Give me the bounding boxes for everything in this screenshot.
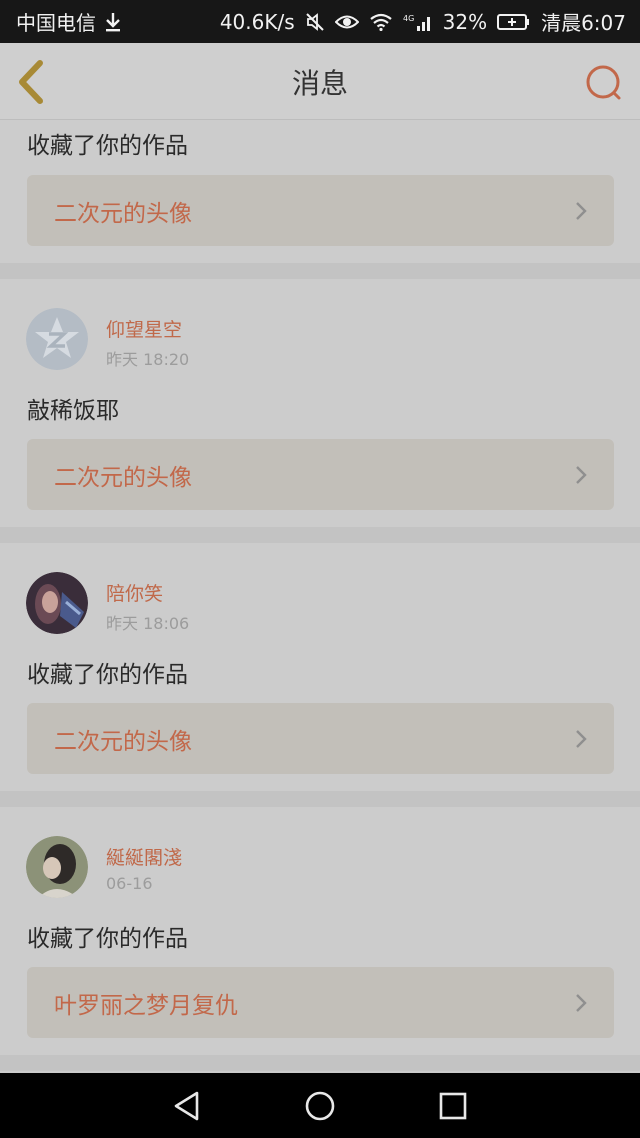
status-right: 40.6K/s 4G 32% 清晨6:07 — [220, 7, 626, 36]
network-speed: 40.6K/s — [219, 9, 295, 34]
nav-recents-button[interactable] — [433, 1086, 473, 1126]
network-type: 4G — [403, 14, 414, 23]
message-text: 收藏了你的作品 — [27, 662, 188, 688]
avatar[interactable] — [26, 308, 88, 370]
separator — [0, 527, 640, 543]
nav-home-button[interactable] — [300, 1086, 340, 1126]
system-nav-bar — [0, 1073, 640, 1138]
work-link[interactable]: 二次元的头像 — [27, 439, 614, 510]
chevron-right-icon — [576, 730, 587, 748]
status-left: 中国电信 — [16, 7, 122, 36]
work-link[interactable]: 叶罗丽之梦月复仇 — [27, 967, 614, 1038]
message-time: 昨天 18:20 — [106, 350, 190, 369]
carrier-label: 中国电信 — [16, 11, 96, 35]
username[interactable]: 仰望星空 — [106, 315, 182, 342]
message-card: 仰望星空 昨天 18:20 敲稀饭耶 二次元的头像 — [0, 279, 640, 527]
separator — [0, 263, 640, 279]
search-icon — [586, 65, 621, 100]
work-link[interactable]: 二次元的头像 — [27, 175, 614, 246]
work-title: 叶罗丽之梦月复仇 — [54, 992, 238, 1019]
status-bar: 中国电信 40.6K/s 4G 32% 清晨6:07 — [0, 0, 640, 43]
user-photo-icon — [26, 836, 88, 898]
separator — [0, 1055, 640, 1071]
work-title: 二次元的头像 — [54, 728, 192, 755]
clock: 清晨6:07 — [541, 11, 626, 35]
mute-icon — [305, 12, 325, 32]
eye-icon — [334, 13, 359, 31]
wifi-icon — [369, 13, 393, 31]
top-bar: 消息 — [0, 43, 640, 120]
battery-percent: 32% — [442, 9, 488, 34]
work-link[interactable]: 二次元的头像 — [27, 703, 614, 774]
user-photo-icon — [26, 572, 88, 634]
search-button[interactable] — [584, 63, 624, 103]
avatar[interactable] — [26, 572, 88, 634]
message-time: 昨天 18:06 — [106, 614, 190, 633]
nav-back-button[interactable] — [167, 1086, 207, 1126]
work-title: 二次元的头像 — [54, 200, 192, 227]
message-time: 06-16 — [106, 874, 153, 893]
chevron-right-icon — [576, 202, 587, 220]
work-title: 二次元的头像 — [54, 464, 192, 491]
signal-icon: 4G — [403, 12, 433, 32]
chevron-right-icon — [576, 466, 587, 484]
avatar[interactable] — [26, 836, 88, 898]
default-avatar-icon — [26, 308, 88, 370]
message-card: 陪你笑 昨天 18:06 收藏了你的作品 二次元的头像 — [0, 543, 640, 791]
separator — [0, 791, 640, 807]
chevron-right-icon — [576, 994, 587, 1012]
message-card: 收藏了你的作品 二次元的头像 — [0, 120, 640, 263]
message-card: 綖綖閣淺 06-16 收藏了你的作品 叶罗丽之梦月复仇 — [0, 807, 640, 1055]
username[interactable]: 綖綖閣淺 — [106, 843, 182, 870]
download-icon — [104, 12, 122, 32]
circle-home-icon — [305, 1091, 335, 1120]
triangle-back-icon — [174, 1091, 198, 1120]
message-text: 收藏了你的作品 — [27, 926, 188, 952]
page-title: 消息 — [291, 66, 348, 100]
message-text: 敲稀饭耶 — [27, 398, 119, 424]
messages-screen: 消息 收藏了你的作品 二次元的头像 仰望星空 昨天 18:20 敲稀饭耶 二次元… — [0, 43, 640, 1073]
battery-icon — [497, 13, 531, 31]
username[interactable]: 陪你笑 — [106, 579, 163, 606]
square-recents-icon — [440, 1092, 467, 1119]
message-text: 收藏了你的作品 — [27, 133, 188, 159]
